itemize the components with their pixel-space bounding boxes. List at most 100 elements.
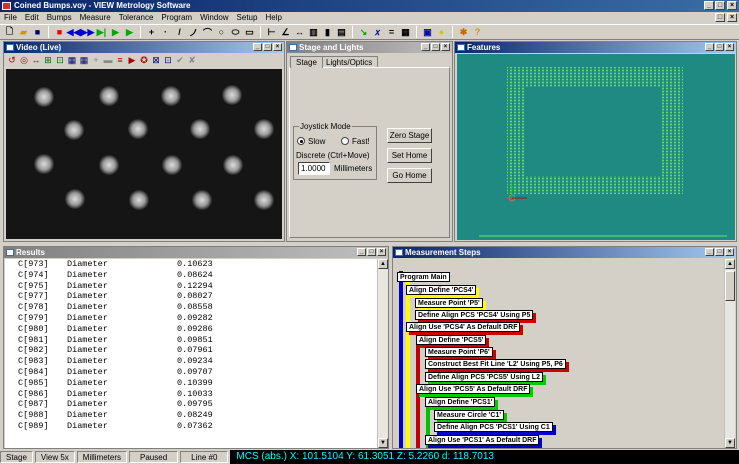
set-home-button[interactable]: Set Home	[387, 148, 432, 163]
circle-icon[interactable]: ○	[215, 26, 228, 39]
grid2-tool-icon[interactable]: ▦	[79, 55, 89, 65]
focus-tool-icon[interactable]: ✪	[139, 55, 149, 65]
box-tool-icon[interactable]: ⊞	[43, 55, 53, 65]
result-row[interactable]: C[980] Diameter 0.09286	[18, 324, 377, 335]
result-row[interactable]: C[988] Diameter 0.08249	[18, 410, 377, 421]
tab-stage[interactable]: Stage	[290, 56, 323, 68]
save-icon[interactable]: ■	[31, 26, 44, 39]
scroll-down-icon[interactable]: ▼	[378, 438, 388, 448]
fast-forward-icon[interactable]: ▶▶	[81, 26, 95, 39]
width-icon[interactable]: ↔	[293, 26, 306, 39]
step-measure-point-p6[interactable]: Measure Point 'P6'	[425, 347, 493, 357]
steps-minimize[interactable]: _	[705, 248, 714, 256]
step-define-align-pcs5[interactable]: Define Align PCS 'PCS5' Using L2	[425, 372, 543, 382]
stage-minimize[interactable]: _	[421, 43, 430, 51]
video-close[interactable]: ×	[273, 43, 282, 51]
grid-tool-icon[interactable]: ▦	[67, 55, 77, 65]
zoom-tool-icon[interactable]: ⊡	[163, 55, 173, 65]
features-minimize[interactable]: _	[705, 43, 714, 51]
menu-help[interactable]: Help	[261, 12, 285, 24]
rewind-icon[interactable]: ◀◀	[67, 26, 81, 39]
result-row[interactable]: C[983] Diameter 0.09234	[18, 356, 377, 367]
align-icon[interactable]: ↘	[357, 26, 370, 39]
menu-program[interactable]: Program	[157, 12, 196, 24]
result-row[interactable]: C[979] Diameter 0.09282	[18, 313, 377, 324]
bars-icon[interactable]: ▮	[321, 26, 334, 39]
result-row[interactable]: C[986] Diameter 0.10033	[18, 389, 377, 400]
select-tool-icon[interactable]: ⊠	[151, 55, 161, 65]
edge-tool-icon[interactable]: ↔	[31, 55, 41, 65]
step-align-use-pcs5[interactable]: Align Use 'PCS5' As Default DRF	[416, 384, 531, 394]
results-close[interactable]: ×	[377, 248, 386, 256]
scroll-up-icon[interactable]: ▲	[378, 259, 388, 269]
new-file-icon[interactable]: 🗋	[3, 26, 16, 39]
stage-close[interactable]: ×	[441, 43, 450, 51]
calc-icon[interactable]: =	[385, 26, 398, 39]
arrow-tool-icon[interactable]: ▶	[127, 55, 137, 65]
settings-icon[interactable]: ✱	[457, 26, 470, 39]
angle-icon[interactable]: ∠	[279, 26, 292, 39]
rectangle-icon[interactable]: ▭	[243, 26, 256, 39]
open-file-icon[interactable]: ▰	[17, 26, 30, 39]
light-icon[interactable]: ●	[435, 26, 448, 39]
menu-measure[interactable]: Measure	[76, 12, 115, 24]
result-row[interactable]: C[978] Diameter 0.08558	[18, 302, 377, 313]
step-measure-circle-c1[interactable]: Measure Circle 'C1'	[434, 410, 505, 420]
close-button[interactable]: ×	[727, 1, 737, 10]
step-define-align-pcs1[interactable]: Define Align PCS 'PCS1' Using C1	[434, 422, 553, 432]
step-align-define-pcs5[interactable]: Align Define 'PCS5'	[416, 335, 487, 345]
results-minimize[interactable]: _	[357, 248, 366, 256]
results-scrollbar[interactable]: ▲ ▼	[377, 259, 388, 448]
result-row[interactable]: C[975] Diameter 0.12294	[18, 281, 377, 292]
discrete-input[interactable]: 1.0000	[298, 162, 330, 175]
measure-tool-icon[interactable]: ↺	[7, 55, 17, 65]
step-program-main[interactable]: Program Main	[397, 272, 450, 282]
distance-icon[interactable]: ⊢	[265, 26, 278, 39]
chart-icon[interactable]: ▥	[307, 26, 320, 39]
cancel-icon[interactable]: ✘	[187, 55, 197, 65]
step-forward-icon[interactable]: ▶|	[95, 26, 108, 39]
video-minimize[interactable]: _	[253, 43, 262, 51]
menu-window[interactable]: Window	[196, 12, 232, 24]
help-icon[interactable]: ?	[471, 26, 484, 39]
slow-radio[interactable]	[297, 137, 305, 145]
stop-icon[interactable]: ■	[53, 26, 66, 39]
result-row[interactable]: C[977] Diameter 0.08027	[18, 291, 377, 302]
step-align-define-pcs1[interactable]: Align Define 'PCS1'	[425, 397, 496, 407]
maximize-button[interactable]: □	[715, 1, 725, 10]
fast-radio[interactable]	[341, 137, 349, 145]
steps-scrollbar[interactable]: ▲ ▼	[724, 259, 735, 448]
window-icon[interactable]: ▣	[421, 26, 434, 39]
play-icon[interactable]: ▶	[109, 26, 122, 39]
steps-close[interactable]: ×	[725, 248, 734, 256]
video-feed[interactable]	[6, 69, 282, 239]
polyline-icon[interactable]: ノ	[187, 26, 200, 39]
features-canvas[interactable]	[457, 54, 735, 240]
result-row[interactable]: C[973] Diameter 0.10623	[18, 259, 377, 270]
step-define-align-pcs4[interactable]: Define Align PCS 'PCS4' Using P5	[415, 310, 534, 320]
minimize-button[interactable]: _	[704, 1, 714, 10]
steps-scroll-up-icon[interactable]: ▲	[725, 259, 735, 269]
bar-tool-icon[interactable]: ▬	[103, 55, 113, 65]
ellipse-icon[interactable]: ⬭	[229, 26, 242, 39]
video-maximize[interactable]: □	[263, 43, 272, 51]
step-measure-point-p5[interactable]: Measure Point 'P5'	[415, 298, 483, 308]
features-maximize[interactable]: □	[715, 43, 724, 51]
steps-scroll-thumb[interactable]	[725, 271, 735, 301]
box2-tool-icon[interactable]: ⊡	[55, 55, 65, 65]
xfunc-icon[interactable]: 𝑥	[371, 26, 384, 39]
go-home-button[interactable]: Go Home	[387, 168, 432, 183]
menu-setup[interactable]: Setup	[233, 12, 262, 24]
menu-tolerance[interactable]: Tolerance	[115, 12, 158, 24]
check-icon[interactable]: ✔	[175, 55, 185, 65]
step-align-use-pcs1[interactable]: Align Use 'PCS1' As Default DRF	[425, 435, 540, 445]
steps-tree[interactable]: Program Main Align Define 'PCS4' Measure…	[394, 259, 724, 448]
menu-file[interactable]: File	[0, 12, 21, 24]
report-icon[interactable]: ▦	[399, 26, 412, 39]
step-align-define-pcs4[interactable]: Align Define 'PCS4'	[406, 285, 477, 295]
steps-scroll-down-icon[interactable]: ▼	[725, 438, 735, 448]
steps-maximize[interactable]: □	[715, 248, 724, 256]
zero-stage-button[interactable]: Zero Stage	[387, 128, 432, 143]
menu-bumps[interactable]: Bumps	[43, 12, 76, 24]
line-icon[interactable]: /	[173, 26, 186, 39]
